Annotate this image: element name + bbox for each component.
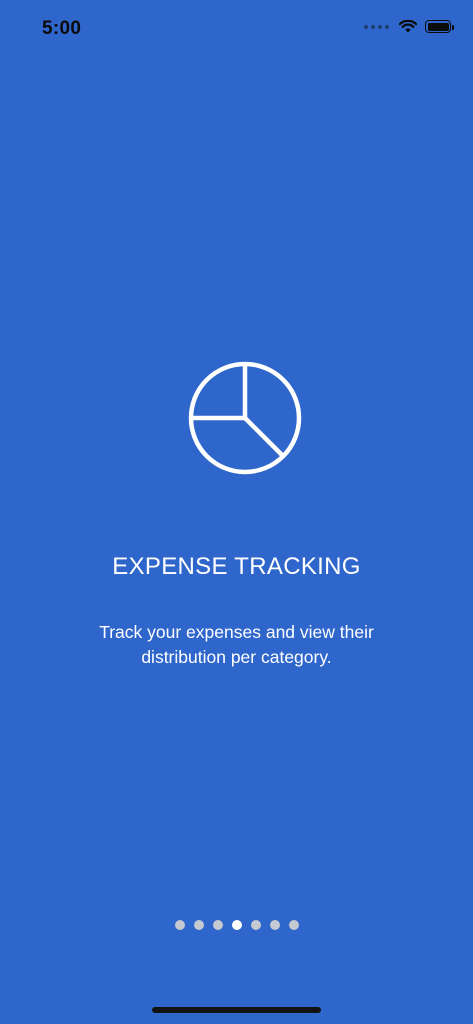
battery-icon (425, 20, 454, 33)
pie-chart-icon (188, 361, 302, 475)
page-dot[interactable] (174, 920, 185, 930)
page-dot[interactable] (269, 920, 280, 930)
page-dot-active[interactable] (231, 920, 242, 930)
page-dot[interactable] (250, 920, 261, 930)
page-dot[interactable] (288, 920, 299, 930)
page-indicator[interactable] (0, 920, 473, 930)
page-dot[interactable] (193, 920, 204, 930)
signal-dots-icon (364, 24, 389, 29)
status-icons (364, 20, 454, 33)
status-bar: 5:00 (0, 0, 473, 60)
status-time: 5:00 (42, 18, 82, 39)
page-dot[interactable] (212, 920, 223, 930)
onboarding-description: Track your expenses and view their distr… (99, 622, 374, 667)
wifi-icon (399, 20, 417, 33)
home-indicator[interactable] (152, 1007, 321, 1013)
onboarding-title: EXPENSE TRACKING (112, 553, 361, 580)
